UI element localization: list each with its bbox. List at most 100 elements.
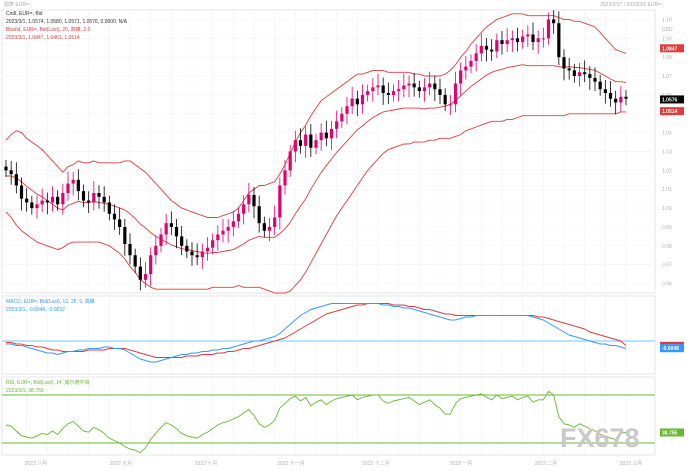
price-tick-label: 1.04 (662, 131, 672, 137)
candle-body (608, 93, 613, 99)
candle-body (92, 193, 96, 203)
candle-body (572, 70, 576, 77)
candle-body (376, 85, 380, 88)
candle-body (97, 193, 101, 197)
candle-body (87, 200, 91, 203)
candle-body (138, 266, 142, 280)
candle-body (66, 183, 70, 194)
candle-body (40, 200, 44, 205)
candle-body (577, 72, 582, 77)
candle-body (76, 179, 80, 192)
header-top-left: 图表 EUR= (4, 1, 29, 8)
candle-body (164, 223, 168, 235)
candle-body (448, 104, 452, 106)
candle-body (510, 38, 514, 41)
price-legend-values: 2023/3/1, 1.0574, 1.0580, 1.0571, 1.0576… (6, 19, 128, 25)
candle-body (422, 87, 427, 92)
price-tick-label: 1.01 (662, 187, 672, 193)
candle-body (335, 121, 339, 129)
price-tick-label: 1.10 (662, 17, 672, 23)
candle-body (329, 128, 334, 139)
candle-body (324, 132, 328, 139)
candle-body (412, 83, 416, 88)
candle-body (50, 196, 55, 203)
bband-legend-values: 2023/3/1, 1.0847, 1.0461, 1.0514 (6, 35, 80, 41)
candle-body (603, 89, 607, 94)
candle-body (397, 89, 401, 92)
candle-body (314, 140, 318, 148)
price-tick-label: 1.00 (662, 206, 672, 212)
macd-value-tag: -0.0048 (662, 346, 679, 352)
chart-background (0, 0, 693, 471)
candle-body (273, 217, 277, 227)
candle-body (293, 140, 297, 152)
candle-body (371, 87, 375, 92)
candle-body (304, 134, 308, 146)
candle-body (624, 96, 628, 99)
candle-body (417, 87, 421, 92)
candle-body (180, 236, 184, 246)
bband-legend-title: Bband, EUR=, Bid(Last), 20, 高峰, 2.0 (6, 26, 91, 33)
candle-body (71, 179, 75, 184)
candle-body (107, 202, 111, 214)
candle-body (536, 38, 540, 43)
candle-body (402, 85, 406, 90)
candle-body (30, 202, 34, 209)
candle-body (366, 91, 370, 95)
candle-body (381, 85, 385, 94)
price-tick-label: 0.99 (662, 225, 672, 231)
chart-canvas: 0.96 0.97 0.98 0.99 1.00 1.01 1.02 1.03 1.04 1.05… (0, 0, 693, 471)
price-tick-label: 0.96 (662, 282, 672, 288)
candle-body (123, 226, 127, 244)
candle-body (474, 53, 478, 61)
candle-body (19, 185, 24, 199)
candle-body (205, 247, 210, 252)
bband-upper-tag: 1.0847 (662, 46, 678, 52)
candle-body (262, 223, 266, 231)
candle-body (221, 230, 225, 235)
candle-body (340, 113, 344, 122)
candle-body (588, 74, 592, 78)
candle-body (159, 234, 163, 246)
watermark: FX678 (560, 423, 640, 453)
candle-body (128, 243, 132, 256)
x-tick-label: 2023 一月 (450, 461, 473, 467)
price-legend-title: Cndl, EUR=, Bid (6, 11, 43, 17)
candle-body (598, 81, 602, 90)
candle-body (195, 255, 199, 258)
x-tick-label: 2023 三月 (620, 461, 643, 467)
candle-body (226, 226, 230, 231)
candle-body (9, 170, 13, 175)
candle-body (552, 19, 556, 24)
x-tick-label: 2022 八月 (25, 461, 48, 467)
rsi-value-tag: 38.755 (662, 430, 678, 436)
candle-body (567, 68, 571, 71)
candle-body (541, 38, 545, 40)
candle-body (583, 72, 587, 75)
candle-body (252, 194, 256, 207)
candle-body (288, 151, 292, 171)
candle-body (200, 251, 204, 258)
price-tick-label: 1.03 (662, 150, 672, 156)
last-price-tag: 1.0576 (662, 97, 678, 103)
candle-body (236, 213, 241, 222)
price-unit: USD (662, 27, 673, 33)
price-tick-label: 0.97 (662, 263, 672, 269)
macd-legend-values: 2023/3/1, -0.0048, -0.0032 (6, 307, 65, 313)
candle-body (25, 198, 29, 203)
header-top-right: 2023/2/17 - 2023/3/3 EUR= (600, 2, 661, 8)
candle-body (459, 70, 463, 84)
candle-body (185, 245, 189, 252)
price-tick-label: 1.07 (662, 74, 672, 80)
x-tick-label: 2022 十月 (195, 460, 218, 467)
price-tick-label: 1.02 (662, 168, 672, 174)
candle-body (557, 23, 561, 58)
bband-lower-tag: 1.0514 (662, 109, 678, 115)
rsi-legend-title: RSI, EUR=, Bid(Last), 14, 威尔德平滑 (6, 379, 90, 386)
candle-body (242, 204, 246, 214)
candle-body (593, 77, 597, 82)
candle-body (118, 219, 122, 227)
candle-body (190, 251, 194, 256)
candle-body (169, 223, 173, 227)
candle-body (546, 19, 551, 39)
